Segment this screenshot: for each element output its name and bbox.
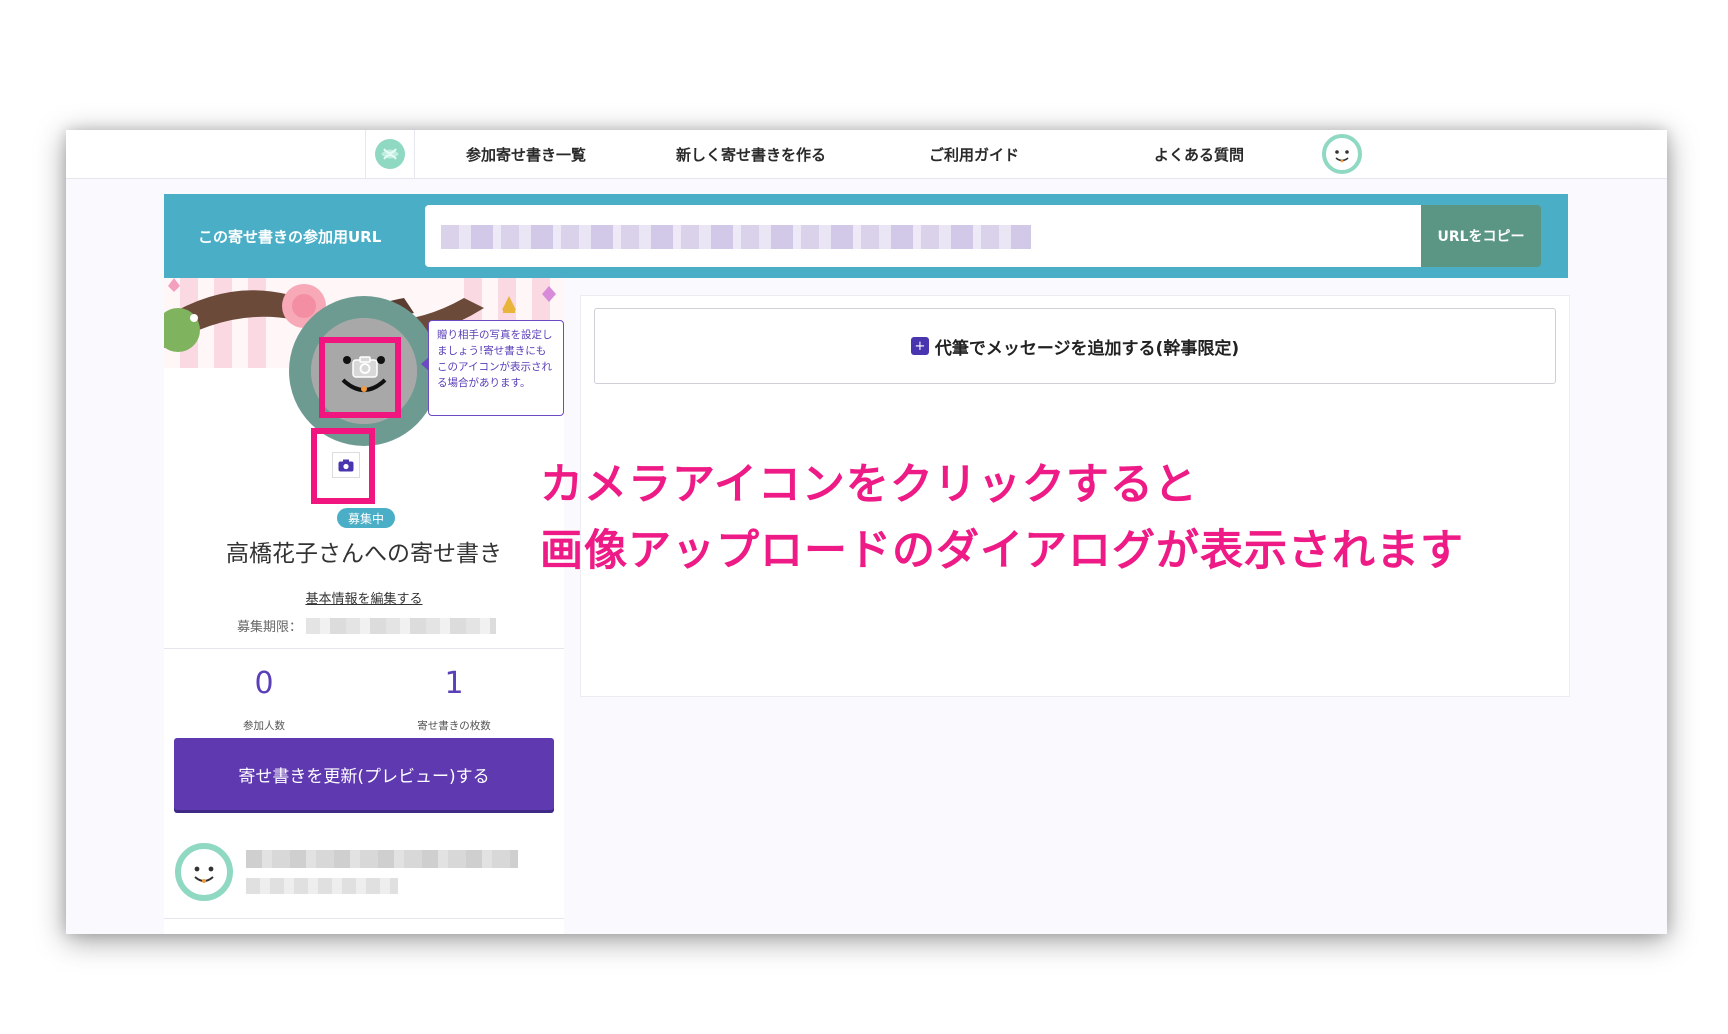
participant-count-label: 参加人数 xyxy=(243,720,285,732)
message-count: 1 xyxy=(444,666,464,701)
member-list-item[interactable] xyxy=(174,842,554,906)
avatar-hint-tooltip: 贈り相手の写真を設定しましょう!寄せ書きにもこのアイコンが表示される場合がありま… xyxy=(421,320,564,416)
nav-user-avatar[interactable] xyxy=(1322,134,1362,178)
copy-url-button[interactable]: URLをコピー xyxy=(1421,205,1541,267)
member-name-blurred xyxy=(246,850,518,868)
share-url-bar: この寄せ書きの参加用URL URLをコピー xyxy=(164,194,1568,278)
user-avatar-icon xyxy=(175,843,233,901)
edit-info-link[interactable]: 基本情報を編集する xyxy=(164,588,564,607)
profile-panel: 贈り相手の写真を設定しましょう!寄せ書きにもこのアイコンが表示される場合がありま… xyxy=(164,278,564,934)
divider xyxy=(164,648,564,649)
add-proxy-message-button[interactable]: + 代筆でメッセージを追加する(幹事限定) xyxy=(594,308,1556,384)
logo[interactable] xyxy=(365,130,415,178)
plus-icon: + xyxy=(910,337,929,355)
add-proxy-message-label: 代筆でメッセージを追加する(幹事限定) xyxy=(934,338,1240,359)
highlight-box-camera-button xyxy=(311,428,375,504)
deadline-label: 募集期限： xyxy=(237,620,303,635)
share-url-label: この寄せ書きの参加用URL xyxy=(198,228,382,246)
logo-icon xyxy=(375,139,405,169)
deadline-value-blurred xyxy=(306,617,497,634)
deadline: 募集期限： xyxy=(237,616,497,635)
nav-joined-list[interactable]: 参加寄せ書き一覧 xyxy=(466,144,586,165)
member-detail-blurred xyxy=(246,878,398,894)
nav-create-new[interactable]: 新しく寄せ書きを作る xyxy=(676,144,826,165)
top-nav: 参加寄せ書き一覧 新しく寄せ書きを作る ご利用ガイド よくある質問 xyxy=(66,130,1667,179)
share-url-field[interactable] xyxy=(425,205,1421,267)
message-count-label: 寄せ書きの枚数 xyxy=(417,720,491,732)
annotation-line-1: カメラアイコンをクリックすると xyxy=(540,460,1198,510)
update-preview-button[interactable]: 寄せ書きを更新(プレビュー)する xyxy=(174,738,554,810)
highlight-box-avatar xyxy=(319,337,401,418)
nav-guide[interactable]: ご利用ガイド xyxy=(929,144,1019,165)
annotation-line-2: 画像アップロードのダイアログが表示されます xyxy=(540,526,1464,576)
board-title: 高橋花子さんへの寄せ書き xyxy=(226,541,502,567)
nav-faq[interactable]: よくある質問 xyxy=(1154,144,1244,165)
status-badge: 募集中 xyxy=(337,508,395,528)
divider xyxy=(164,918,564,919)
participant-count: 0 xyxy=(254,666,274,701)
user-avatar-icon xyxy=(1322,134,1362,174)
share-url-value-blurred xyxy=(441,225,1031,249)
